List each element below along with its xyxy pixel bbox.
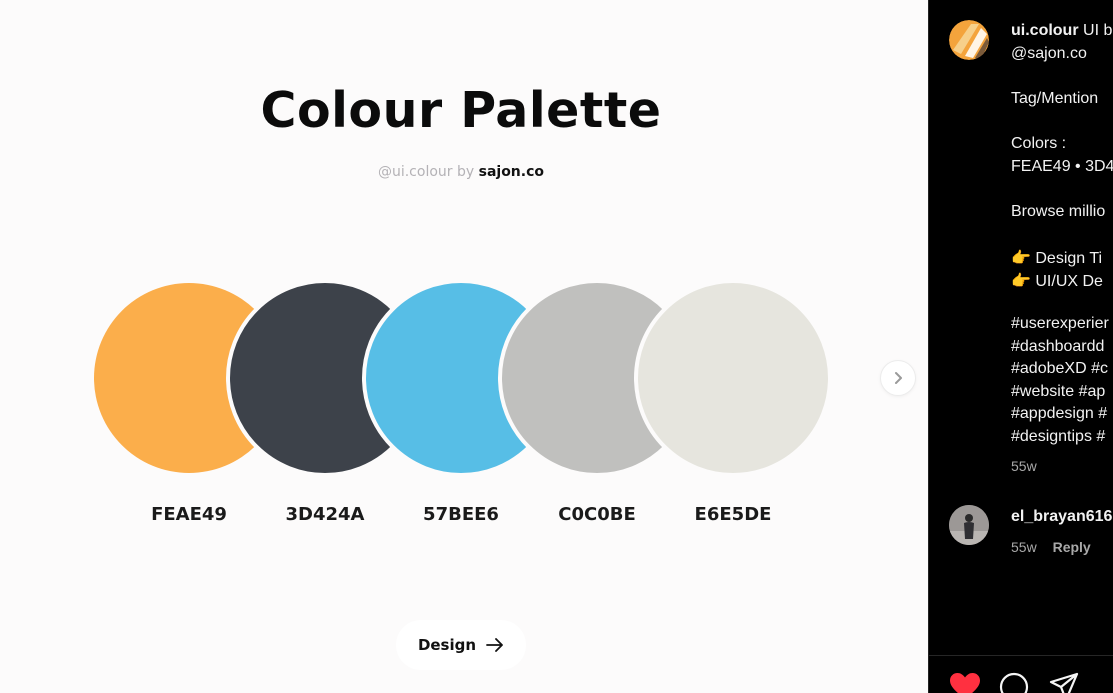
- ui-colour-logo-icon: [949, 20, 989, 60]
- hashtag-line[interactable]: #adobeXD #c: [1011, 360, 1108, 378]
- comment-timestamp[interactable]: 55w: [1011, 539, 1037, 555]
- comment-icon[interactable]: [999, 672, 1029, 693]
- palette-credit: @ui.colour by sajon.co: [0, 164, 922, 180]
- hashtag-line[interactable]: #userexperier: [1011, 315, 1109, 333]
- swatch-hex-1: FEAE49: [151, 504, 227, 525]
- caption-colors-label: Colors :: [1011, 135, 1067, 152]
- design-button[interactable]: Design: [396, 620, 526, 670]
- hashtag-line[interactable]: #website #ap: [1011, 383, 1105, 401]
- credit-handle: @ui.colour by: [377, 164, 475, 180]
- credit-brand: sajon.co: [478, 164, 545, 180]
- design-button-label: Design: [417, 636, 477, 654]
- heart-icon[interactable]: [949, 672, 981, 693]
- caption-browse: Browse millio: [1011, 203, 1106, 220]
- caption-tip-1: 👉 Design Ti: [1011, 250, 1103, 267]
- hashtag-line[interactable]: #appdesign #: [1011, 405, 1107, 423]
- hashtag-line[interactable]: #dashboardd: [1011, 338, 1104, 356]
- reply-button[interactable]: Reply: [1053, 539, 1091, 555]
- caption-timestamp[interactable]: 55w: [1011, 458, 1037, 474]
- swatch-hex-2: 3D424A: [285, 504, 365, 525]
- comments-panel: ui.colour UI b @sajon.co Tag/Mention Col…: [928, 0, 1113, 693]
- next-slide-button[interactable]: [881, 361, 915, 395]
- swatch-hex-5: E6E5DE: [694, 504, 772, 525]
- arrow-right-icon: [486, 638, 503, 652]
- divider: [929, 655, 1113, 656]
- caption-tip-2: 👉 UI/UX De: [1011, 273, 1103, 290]
- swatch-hex-4: C0C0BE: [558, 504, 636, 525]
- avatar[interactable]: [949, 20, 989, 60]
- commenter-avatar[interactable]: [949, 505, 989, 545]
- palette-title: Colour Palette: [260, 82, 662, 139]
- caption-start: UI b: [1083, 22, 1113, 39]
- post-image: Colour Palette @ui.colour by sajon.co FE…: [0, 0, 928, 693]
- post-username[interactable]: ui.colour: [1011, 22, 1079, 39]
- chevron-right-icon: [895, 372, 902, 384]
- person-photo-icon: [949, 505, 989, 545]
- caption-colors-values: FEAE49 • 3D4: [1011, 158, 1113, 175]
- swatch-hex-3: 57BEE6: [423, 504, 499, 525]
- share-icon[interactable]: [1049, 672, 1079, 693]
- hashtag-line[interactable]: #designtips #: [1011, 428, 1105, 446]
- caption-tag-line: Tag/Mention: [1011, 90, 1099, 107]
- caption-mention[interactable]: @sajon.co: [1011, 45, 1087, 63]
- swatch-circle-5: [634, 279, 832, 477]
- comment-username[interactable]: el_brayan616: [1011, 508, 1112, 526]
